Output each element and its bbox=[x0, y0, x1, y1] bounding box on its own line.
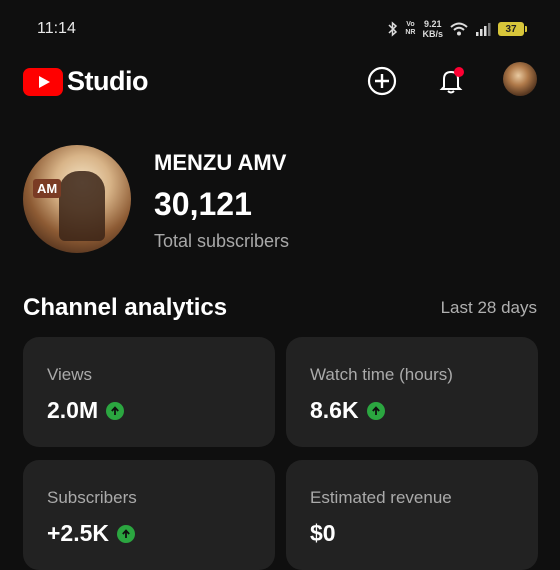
bluetooth-icon bbox=[388, 21, 398, 37]
card-label: Views bbox=[47, 365, 93, 384]
notifications-button[interactable] bbox=[434, 64, 468, 98]
card-value: $0 bbox=[310, 520, 336, 546]
wifi-icon bbox=[450, 22, 468, 36]
account-avatar[interactable] bbox=[503, 62, 537, 96]
card-label: Estimated revenue bbox=[310, 488, 452, 507]
app-name: Studio bbox=[67, 66, 148, 96]
battery-icon: 37 bbox=[498, 22, 527, 36]
avatar-figure bbox=[59, 171, 105, 241]
trend-up-icon bbox=[106, 401, 125, 420]
subscriber-label: Total subscribers bbox=[154, 231, 290, 251]
card-value-row: 8.6K bbox=[310, 397, 385, 424]
card-value-row: +2.5K bbox=[47, 520, 136, 547]
subscriber-count: 30,121 bbox=[154, 186, 252, 222]
watch-time-card[interactable]: Watch time (hours) 8.6K bbox=[286, 337, 538, 447]
net-speed: 9.21 KB/s bbox=[422, 19, 443, 39]
channel-name: MENZU AMV bbox=[154, 150, 287, 175]
volte-icon: Vo NR bbox=[405, 21, 416, 36]
card-value: +2.5K bbox=[47, 520, 110, 546]
avatar-text: AM bbox=[33, 179, 62, 198]
status-icons: Vo NR 9.21 KB/s 37 bbox=[388, 16, 527, 42]
add-circle-icon bbox=[367, 66, 397, 96]
channel-avatar[interactable]: AM bbox=[23, 145, 131, 253]
studio-logo[interactable]: Studio bbox=[23, 66, 148, 97]
analytics-period[interactable]: Last 28 days bbox=[441, 298, 537, 318]
card-label: Subscribers bbox=[47, 488, 137, 507]
analytics-title: Channel analytics bbox=[23, 294, 228, 321]
card-value: 2.0M bbox=[47, 397, 99, 423]
views-card[interactable]: Views 2.0M bbox=[23, 337, 275, 447]
card-label: Watch time (hours) bbox=[310, 365, 453, 384]
status-bar: 11:14 Vo NR 9.21 KB/s 37 bbox=[0, 0, 560, 58]
card-value-row: 2.0M bbox=[47, 397, 125, 424]
create-button[interactable] bbox=[365, 64, 399, 98]
card-value-row: $0 bbox=[310, 520, 336, 547]
signal-icon bbox=[476, 23, 491, 36]
trend-up-icon bbox=[117, 524, 136, 543]
subscribers-card[interactable]: Subscribers +2.5K bbox=[23, 460, 275, 570]
status-time: 11:14 bbox=[37, 20, 76, 37]
youtube-logo-icon bbox=[23, 67, 63, 96]
trend-up-icon bbox=[366, 401, 385, 420]
card-value: 8.6K bbox=[310, 397, 359, 423]
notification-dot bbox=[454, 67, 464, 77]
revenue-card[interactable]: Estimated revenue $0 bbox=[286, 460, 538, 570]
